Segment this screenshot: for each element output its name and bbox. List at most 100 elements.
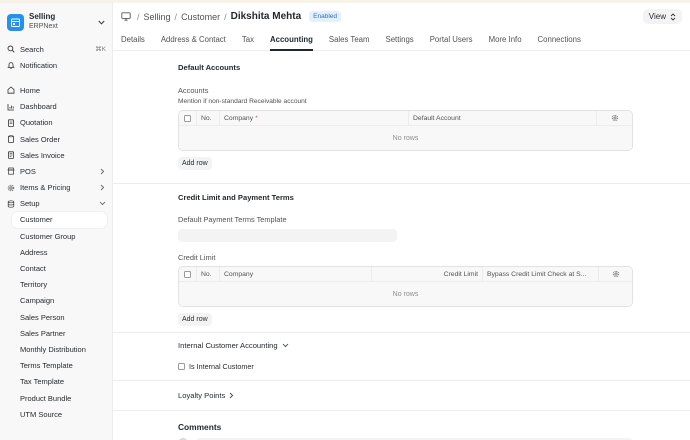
sidebar-item-setup[interactable]: Setup [0,196,112,212]
breadcrumb-separator: / [224,11,227,22]
sidebar-subitem-label: Tax Template [20,377,65,387]
sidebar-item-label: Items & Pricing [20,183,71,193]
sidebar-subitem-label: Product Bundle [20,393,72,403]
sidebar-subitem-product-bundle[interactable]: Product Bundle [0,390,112,406]
sidebar-item-pos[interactable]: POS [0,163,112,179]
select-all-cell [179,267,197,281]
tab-sales-team[interactable]: Sales Team [329,30,370,50]
sidebar-subitem-territory[interactable]: Territory [0,277,112,293]
sidebar-subitem-label: Monthly Distribution [20,344,86,354]
desktop-icon[interactable] [121,12,131,21]
sidebar-item-label: Sales Invoice [20,150,65,160]
sidebar-subitem-label: Territory [20,280,48,290]
section-toggle[interactable]: Internal Customer Accounting [178,341,633,350]
sidebar-subitem-label: Contact [20,264,46,274]
app-subtitle: ERPNext [29,23,58,30]
section-title: Comments [178,422,222,432]
field-label: Default Payment Terms Template [178,215,287,224]
breadcrumb-link[interactable]: Selling [144,12,171,22]
grid-settings-cell [597,111,632,125]
sidebar-subitem-label: Customer Group [20,231,76,241]
chart-icon [6,102,16,112]
gear-icon[interactable] [611,114,619,122]
sidebar-item-label: Home [20,85,41,95]
sidebar-item-home[interactable]: Home [0,82,112,98]
sidebar-item-label: Setup [20,199,40,209]
is-internal-customer-field: Is Internal Customer [178,362,633,371]
sidebar-item-label: POS [20,166,36,176]
grid-settings-cell [599,267,632,281]
clipboard-icon [6,134,16,144]
sidebar-item-quotation[interactable]: Quotation [0,115,112,131]
search-label: Search [20,44,44,54]
sidebar-subitem-contact[interactable]: Contact [0,260,112,276]
sidebar-subitem-sales-person[interactable]: Sales Person [0,309,112,325]
database-icon [6,199,16,209]
breadcrumb-link[interactable]: Customer [181,12,220,22]
payment-terms-template-input[interactable] [178,229,397,242]
tab-address-contact[interactable]: Address & Contact [161,30,226,50]
sidebar-subitem-customer[interactable]: Customer [12,211,107,229]
sidebar-subitem-utm-source[interactable]: UTM Source [0,406,112,422]
gear-icon [6,183,16,193]
sidebar-item-items-pricing[interactable]: Items & Pricing [0,180,112,196]
sidebar-subitem-label: UTM Source [20,409,63,419]
tab-accounting[interactable]: Accounting [270,30,313,51]
sidebar-item-sales-invoice[interactable]: Sales Invoice [0,147,112,163]
sidebar-subitem-monthly-distribution[interactable]: Monthly Distribution [0,341,112,357]
column-header-bypass-credit-limit: Bypass Credit Limit Check at S... [483,267,599,281]
column-header-no: No. [197,267,220,281]
sidebar-item-sales-order[interactable]: Sales Order [0,131,112,147]
tab-settings[interactable]: Settings [386,30,414,50]
sidebar-subitem-terms-template[interactable]: Terms Template [0,358,112,374]
select-all-checkbox[interactable] [184,270,191,278]
notification-label: Notification [20,60,58,70]
is-internal-customer-checkbox[interactable] [178,363,185,370]
tab-connections[interactable]: Connections [538,30,581,50]
view-button[interactable]: View [642,9,682,24]
app-switcher[interactable]: Selling ERPNext [0,3,112,39]
section-title: Credit Limit and Payment Terms [178,193,294,202]
search-shortcut: ⌘K [95,46,106,54]
sidebar-subitem-sales-partner[interactable]: Sales Partner [0,325,112,341]
form-tabs: Details Address & Contact Tax Accounting… [113,30,690,51]
select-all-checkbox[interactable] [184,114,191,122]
chevron-down-icon[interactable] [98,200,106,208]
sidebar-subitem-label: Campaign [20,296,55,306]
section-title: Default Accounts [178,63,241,72]
chevron-right-icon[interactable] [98,184,106,192]
credit-limit-section: Credit Limit and Payment Terms Default P… [113,184,690,333]
field-label: Credit Limit [178,253,216,262]
sidebar-item-dashboard[interactable]: Dashboard [0,99,112,115]
gear-icon[interactable] [612,270,620,278]
sidebar-notification[interactable]: Notification [0,57,112,73]
sidebar-subitem-tax-template[interactable]: Tax Template [0,374,112,390]
section-toggle[interactable]: Loyalty Points [178,391,633,400]
add-row-button[interactable]: Add row [178,313,212,326]
add-row-button[interactable]: Add row [178,157,212,170]
sidebar-subitem-label: Sales Partner [20,328,66,338]
sidebar-subitem-label: Address [20,247,48,257]
status-badge: Enabled [309,11,342,22]
document-icon [6,118,16,128]
field-label: Accounts [178,86,209,95]
field-description: Mention if non-standard Receivable accou… [178,98,307,105]
sidebar-subitem-address[interactable]: Address [0,244,112,260]
loyalty-points-section: Loyalty Points [113,381,690,411]
tab-more-info[interactable]: More Info [489,30,522,50]
chevron-right-icon[interactable] [98,167,106,175]
column-header-company-label: Company [224,114,254,122]
sidebar-subitem-campaign[interactable]: Campaign [0,293,112,309]
page-title: Dikshita Mehta [230,11,302,22]
column-header-no: No. [197,111,220,125]
sidebar-subitem-label: Terms Template [20,361,73,371]
tab-tax[interactable]: Tax [242,30,254,50]
sidebar: Selling ERPNext Search ⌘K Notification H… [0,3,113,440]
tab-portal-users[interactable]: Portal Users [430,30,473,50]
accounts-grid: No. Company * Default Account No rows [178,110,633,151]
sidebar-search[interactable]: Search ⌘K [0,41,112,57]
comments-section: Comments [113,411,690,440]
grid-header: No. Company * Default Account [179,111,632,126]
sidebar-subitem-customer-group[interactable]: Customer Group [0,228,112,244]
tab-details[interactable]: Details [121,30,145,50]
